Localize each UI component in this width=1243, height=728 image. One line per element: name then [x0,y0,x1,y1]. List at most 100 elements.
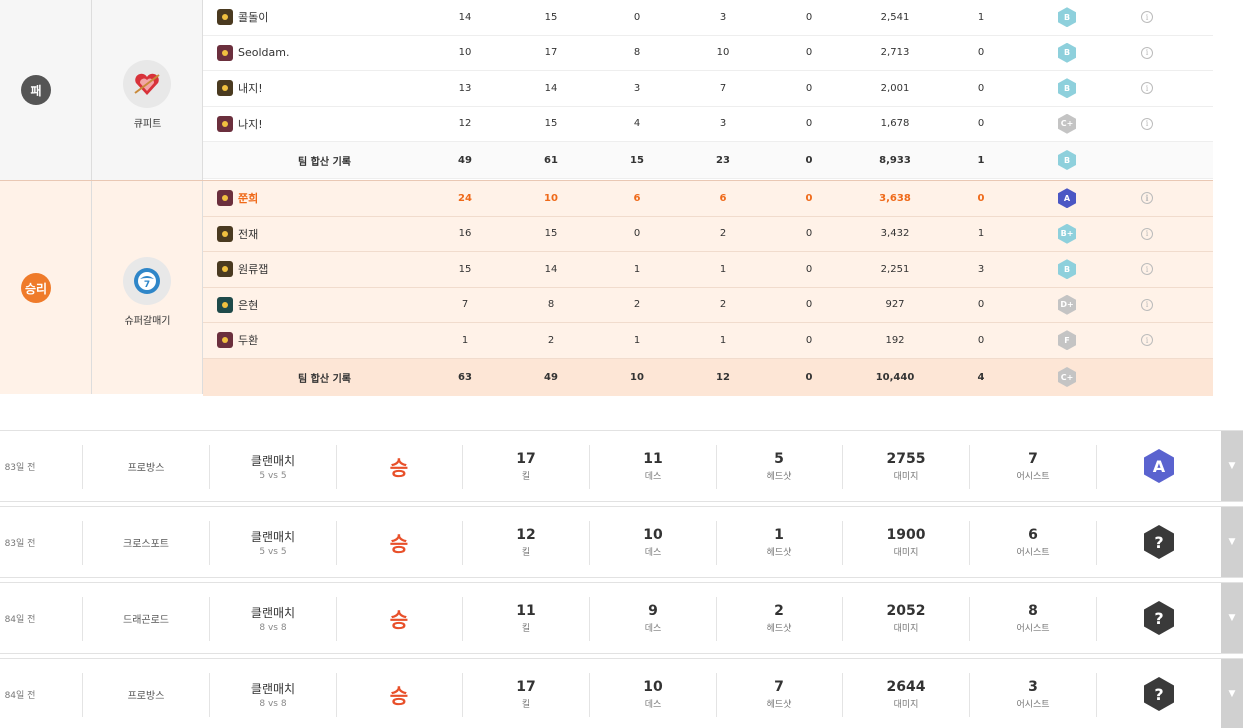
player-name[interactable]: 두환 [217,323,258,358]
match-assists-label: 어시스트 [1016,699,1050,710]
match-assists-label: 어시스트 [1016,623,1050,634]
info-icon[interactable]: i [1141,11,1153,24]
match-kills-label: 킬 [521,623,531,634]
expand-button[interactable]: ▼ [1221,507,1243,577]
column-divider [969,597,970,641]
match-assists-label: 어시스트 [1016,547,1050,558]
match-damage-value: 2052 [886,602,926,619]
rank-icon [217,296,233,313]
match-deaths-cell: 11 데스 [623,431,683,501]
match-deaths-value: 10 [643,678,663,695]
clan-name[interactable]: 큐피트 [92,115,203,130]
match-damage-label: 대미지 [893,699,919,710]
column-divider [209,445,210,489]
match-kills-cell: 11 킬 [496,583,556,653]
match-damage-value: 1900 [886,526,926,543]
match-headshots-label: 헤드샷 [766,699,792,710]
match-map-cell: 드래곤로드 [106,583,186,653]
stat-headshots: 0 [633,11,641,23]
expand-button[interactable]: ▼ [1221,431,1243,501]
match-damage-label: 대미지 [893,547,919,558]
player-name[interactable]: 은현 [217,288,258,323]
clan-name[interactable]: 슈퍼갈매기 [92,312,203,327]
player-name-text: Seoldam. [238,46,290,60]
player-name[interactable]: 콜돌이 [217,0,268,35]
grade-cell: D+ [1037,288,1097,323]
info-cell: i [1117,252,1177,287]
player-name[interactable]: 쭌희 [217,181,258,216]
stat-kills: 10 [458,47,472,59]
column-divider [462,521,463,565]
player-name[interactable]: 내지! [217,71,263,106]
stat-kills: 14 [458,11,472,23]
match-damage-cell: 1900 대미지 [871,507,941,577]
match-kills-value: 11 [516,602,536,619]
svg-text:7: 7 [144,280,150,290]
match-kills-label: 킬 [521,547,531,558]
player-name[interactable]: Seoldam. [217,36,289,71]
stat-deaths: 17 [544,47,558,59]
column-divider [1096,445,1097,489]
match-row[interactable]: 83일 전 프로방스 클랜매치 5 vs 5 승 17 킬 11 데스 5 헤드샷 2755 대미지 7 어… [0,430,1243,502]
grade-icon: A [1058,188,1076,209]
player-name[interactable]: 나지! [217,107,263,142]
column-divider [842,445,843,489]
grade-icon: B [1058,78,1076,99]
stat-c5: 0 [805,82,813,94]
rank-icon [217,225,233,242]
stat-c7: 0 [977,192,985,204]
match-kills-cell: 17 킬 [496,659,556,728]
player-name-text: 은현 [238,298,259,312]
match-team-size: 5 vs 5 [259,470,287,481]
match-assists-value: 7 [1028,450,1038,467]
stat-c5: 0 [805,154,813,166]
heart-logo-icon[interactable] [123,60,171,108]
match-headshots-value: 2 [774,602,784,619]
match-headshots-value: 1 [774,526,784,543]
seagull-logo-icon[interactable]: 7 [123,257,171,305]
rank-icon [217,44,233,61]
stat-headshots: 10 [630,371,644,383]
player-row: 전재 16 15 0 2 0 3,432 1 B+ i [203,217,1213,252]
info-icon[interactable]: i [1141,263,1153,276]
winning-team-section: 승리 7 슈퍼갈매기 쭌희 24 10 6 6 0 3,638 0 Ai 전재 16 15 0 2 0 3,432 1… [0,180,1213,396]
stat-c5: 0 [805,371,813,383]
expand-button[interactable]: ▼ [1221,659,1243,728]
info-icon[interactable]: i [1141,334,1153,347]
info-icon[interactable]: i [1141,46,1153,59]
match-deaths-cell: 9 데스 [623,583,683,653]
stat-assists-col: 1 [719,334,727,346]
match-row[interactable]: 84일 전 드래곤로드 클랜매치 8 vs 8 승 11 킬 9 데스 2 헤드샷 2052 대미지 8 어… [0,582,1243,654]
stat-assists-col: 3 [719,118,727,130]
match-result: 승 [389,683,409,708]
info-cell: i [1117,217,1177,252]
stat-c7: 1 [977,154,985,166]
match-row[interactable]: 83일 전 크로스포트 클랜매치 5 vs 5 승 12 킬 10 데스 1 헤드샷 1900 대미지 6… [0,506,1243,578]
expand-button[interactable]: ▼ [1221,583,1243,653]
stat-c5: 0 [805,263,813,275]
grade-cell: F [1037,323,1097,358]
info-icon[interactable]: i [1141,298,1153,311]
grade-icon: D+ [1058,294,1076,315]
info-icon[interactable]: i [1141,82,1153,95]
stat-kills: 49 [458,154,472,166]
info-icon[interactable]: i [1141,192,1153,205]
match-map: 프로방스 [127,690,165,702]
stat-headshots: 0 [633,228,641,240]
info-icon[interactable]: i [1141,227,1153,240]
stat-kills: 13 [458,82,472,94]
player-name[interactable]: 원류잽 [217,252,268,287]
team-result-column: 승리 [0,181,92,394]
info-icon[interactable]: i [1141,117,1153,130]
player-name[interactable]: 전재 [217,217,258,252]
stat-damage: 8,933 [879,154,911,166]
grade-icon: B [1058,42,1076,63]
team-total-label: 팀 합산 기록 [298,359,351,396]
stat-deaths: 14 [544,82,558,94]
team-total-text: 팀 합산 기록 [298,156,351,168]
match-assists-value: 8 [1028,602,1038,619]
match-row[interactable]: 84일 전 프로방스 클랜매치 8 vs 8 승 17 킬 10 데스 7 헤드샷 2644 대미지 3 어… [0,658,1243,728]
info-cell: i [1117,0,1177,35]
stat-headshots: 15 [630,154,644,166]
stat-c7: 0 [977,47,985,59]
